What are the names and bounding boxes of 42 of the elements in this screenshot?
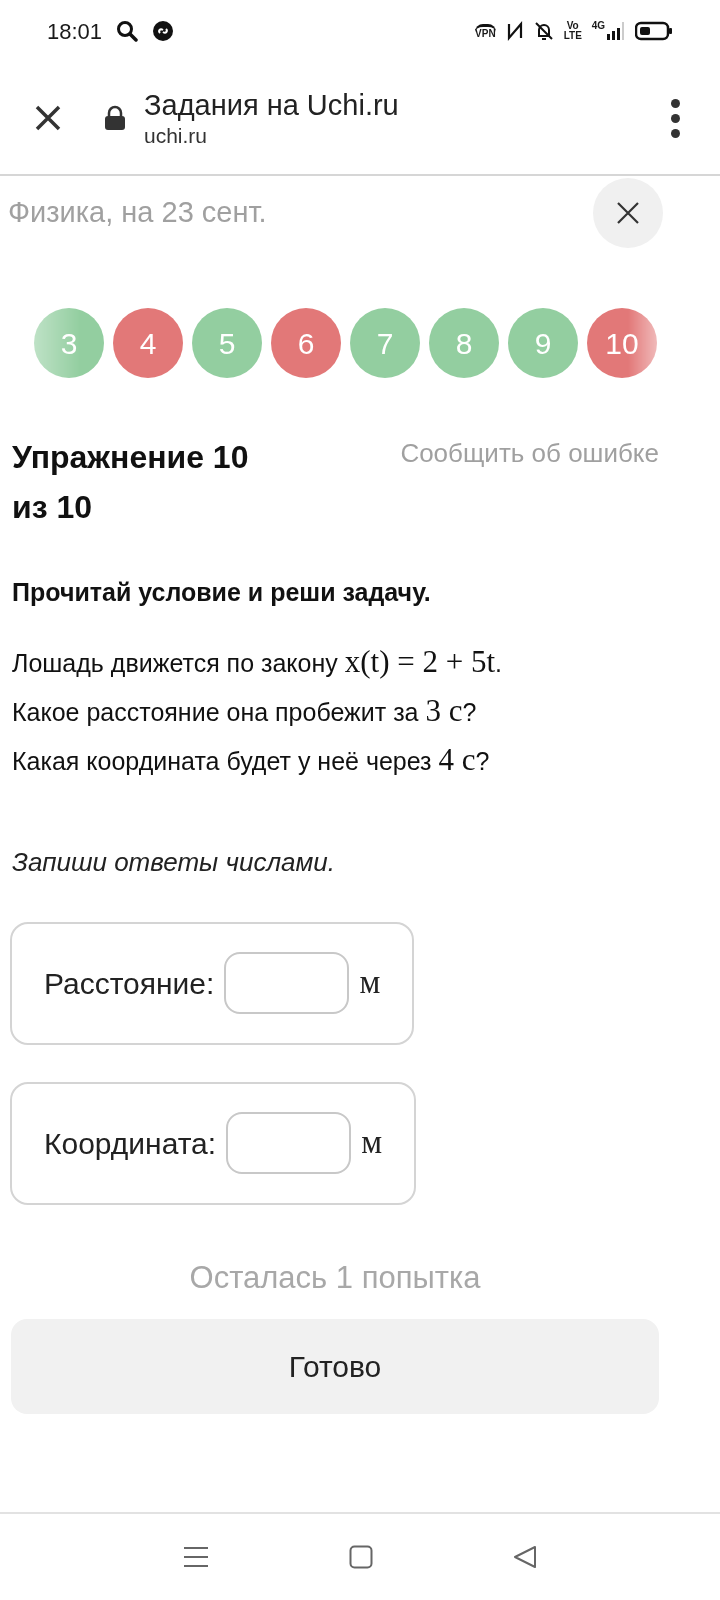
exercise-number[interactable]: 6: [271, 308, 341, 378]
page-title: Задания на Uchi.ru: [144, 88, 400, 123]
close-icon: [616, 201, 640, 225]
unit-label: м: [361, 1123, 382, 1163]
answer-label: Расстояние:: [44, 965, 215, 1002]
exercise-number[interactable]: 7: [350, 308, 420, 378]
nfc-icon: [505, 21, 524, 41]
bell-muted-icon: [533, 21, 554, 41]
page-url: uchi.ru: [144, 123, 209, 149]
exercise-number[interactable]: 3: [34, 308, 104, 378]
battery-icon: [635, 21, 673, 41]
problem-text: Какое расстояние она пробежит за 3 с?: [12, 691, 478, 730]
exercise-number[interactable]: 8: [429, 308, 499, 378]
exercise-heading: Упражнение 10 из 10: [12, 438, 250, 527]
clock: 18:01: [47, 17, 103, 46]
report-error-link[interactable]: Сообщить об ошибке: [400, 432, 659, 532]
more-options-icon[interactable]: [671, 98, 680, 138]
signal-icon: [607, 21, 625, 41]
search-icon: [116, 20, 139, 42]
answer-field[interactable]: [224, 952, 350, 1014]
volte-indicator: Vo LTE: [563, 21, 582, 41]
problem-text: Лошадь движется по закону x(t) = 2 + 5t.: [12, 642, 504, 681]
app-icon: [152, 20, 175, 42]
home-icon[interactable]: [349, 1545, 373, 1569]
exercise-number[interactable]: 5: [192, 308, 262, 378]
instruction-text: Прочитай условие и реши задачу.: [11, 577, 432, 608]
answer-label: Координата:: [44, 1125, 217, 1162]
exercise-number[interactable]: 10: [587, 308, 657, 378]
done-button[interactable]: Готово: [11, 1319, 659, 1414]
lock-icon: [104, 105, 126, 131]
network-type: 4G: [591, 21, 605, 31]
vpn-indicator: VPN: [475, 23, 496, 39]
lesson-title: Физика, на 23 сент.: [8, 195, 267, 231]
exercise-number[interactable]: 4: [113, 308, 183, 378]
hint-text: Запиши ответы числами.: [11, 845, 336, 879]
unit-label: м: [359, 963, 381, 1003]
attempts-text: Осталась 1 попытка: [188, 1258, 482, 1297]
exercise-number[interactable]: 9: [508, 308, 578, 378]
back-icon[interactable]: [513, 1545, 537, 1569]
menu-icon[interactable]: [183, 1546, 209, 1568]
problem-text: Какая координата будет у неё через 4 с?: [12, 740, 491, 779]
answer-field[interactable]: [226, 1112, 352, 1174]
